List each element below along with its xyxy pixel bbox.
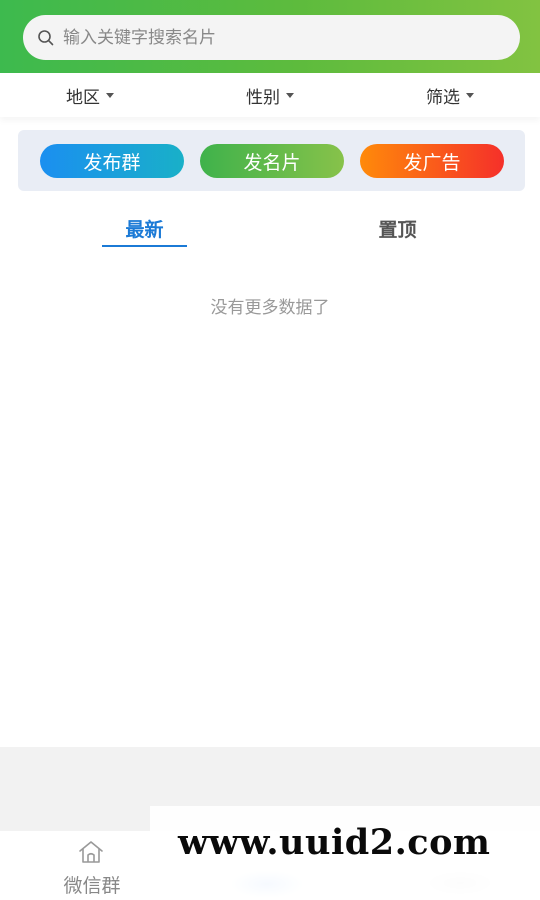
filter-gender-label: 性别 [246, 87, 280, 108]
search-input[interactable] [63, 27, 483, 48]
filter-screen[interactable]: 筛选 [360, 73, 540, 117]
publish-group-button[interactable]: 发布群 [40, 144, 184, 178]
empty-list-message: 没有更多数据了 [210, 298, 330, 318]
filter-region-label: 地区 [66, 87, 100, 108]
filter-gender[interactable]: 性别 [180, 73, 360, 117]
page: 地区 性别 筛选 发布群 发名片 发广告 最新 置顶 没有更多数据了 [0, 0, 540, 900]
home-icon [78, 840, 104, 864]
search-box[interactable] [23, 15, 520, 60]
tab-pinned[interactable]: 置顶 [355, 208, 440, 248]
caret-down-icon [106, 92, 114, 98]
publish-card-button[interactable]: 发名片 [200, 144, 344, 178]
action-panel: 发布群 发名片 发广告 [18, 130, 525, 191]
publish-ad-button[interactable]: 发广告 [360, 144, 504, 178]
header-bar [0, 0, 540, 73]
tab-latest[interactable]: 最新 [102, 208, 187, 248]
filter-bar: 地区 性别 筛选 [0, 73, 540, 117]
filter-screen-label: 筛选 [426, 87, 460, 108]
watermark-text: www.uuid2.com [178, 822, 491, 863]
tab-bar: 最新 置顶 [0, 208, 540, 252]
active-tab-indicator [102, 245, 187, 247]
filter-region[interactable]: 地区 [0, 73, 180, 117]
search-icon [37, 29, 55, 47]
caret-down-icon [286, 92, 294, 98]
caret-down-icon [466, 92, 474, 98]
